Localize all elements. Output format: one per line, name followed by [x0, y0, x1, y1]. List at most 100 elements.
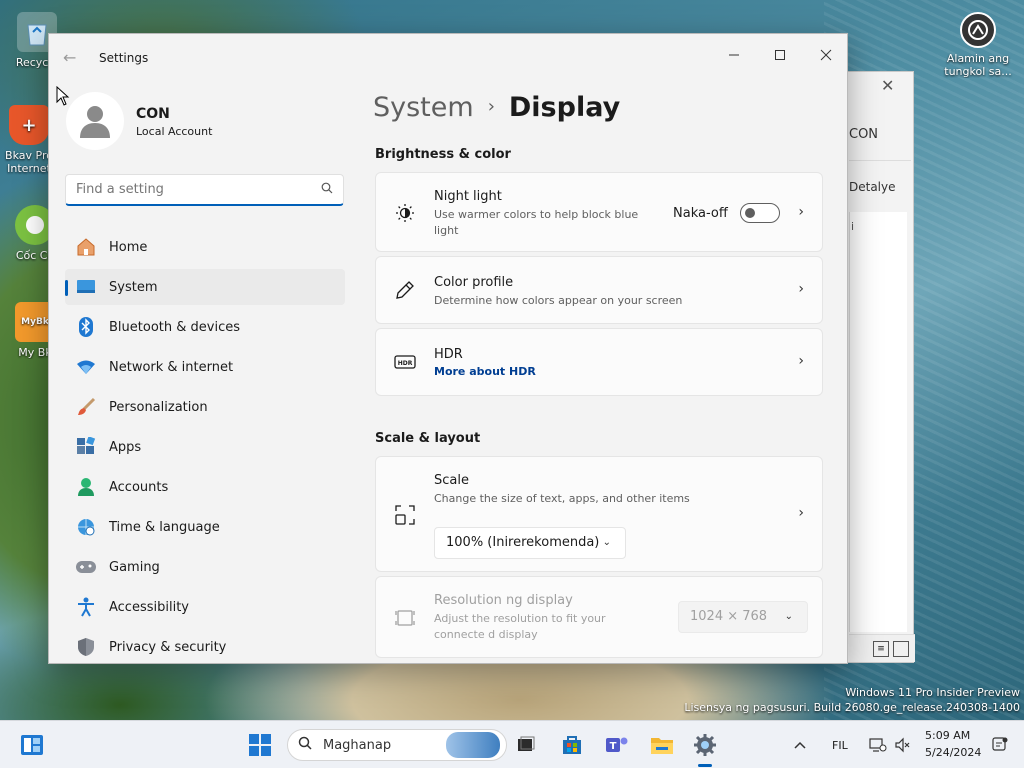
background-window-text: CON	[849, 127, 879, 142]
hdr-title: HDR	[434, 347, 463, 362]
widgets-icon[interactable]	[16, 729, 48, 761]
sidebar-item-label: Apps	[109, 439, 142, 455]
apps-icon	[75, 436, 97, 458]
sidebar-item-privacy[interactable]: Privacy & security	[65, 629, 345, 663]
night-light-toggle[interactable]	[740, 203, 780, 223]
clock-time[interactable]: 5:09 AM	[925, 729, 970, 742]
settings-window: ← Settings CON Local Account Home	[48, 33, 848, 664]
resolution-description: Adjust the resolution to fit your connec…	[434, 612, 606, 641]
page-title: Display	[508, 92, 621, 123]
color-profile-title: Color profile	[434, 275, 514, 290]
night-light-description: Use warmer colors to help block blue lig…	[434, 208, 639, 237]
window-title: Settings	[99, 51, 149, 65]
watermark-line1: Windows 11 Pro Insider Preview	[845, 686, 1020, 699]
color-profile-description: Determine how colors appear on your scre…	[434, 294, 683, 307]
avatar[interactable]	[66, 92, 124, 150]
chevron-right-icon: ›	[798, 505, 804, 521]
sidebar-item-home[interactable]: Home	[65, 229, 345, 265]
sidebar-item-system[interactable]: System	[65, 269, 345, 305]
scale-card[interactable]: Scale Change the size of text, apps, and…	[375, 456, 823, 572]
scale-description: Change the size of text, apps, and other…	[434, 492, 690, 505]
hdr-card[interactable]: HDR HDR More about HDR ›	[375, 328, 823, 396]
details-view-icon[interactable]: ≡	[873, 640, 889, 657]
monitor-icon	[75, 276, 97, 298]
chevron-right-icon: ›	[798, 353, 804, 369]
sidebar-item-gaming[interactable]: Gaming	[65, 549, 345, 585]
sidebar-item-personalization[interactable]: Personalization	[65, 389, 345, 425]
mouse-cursor-icon	[56, 86, 70, 106]
accessibility-icon	[75, 596, 97, 618]
background-window-text: i	[851, 220, 855, 233]
watermark-line2: Lisensya ng pagsusuri. Build 26080.ge_re…	[684, 701, 1020, 714]
info-icon	[960, 12, 996, 48]
sidebar-item-bluetooth[interactable]: Bluetooth & devices	[65, 309, 345, 345]
sidebar-item-label: Accessibility	[109, 599, 189, 615]
resolution-dropdown-value: 1024 × 768	[690, 609, 768, 624]
search-input[interactable]	[76, 182, 306, 197]
bkav-icon: +	[9, 105, 49, 145]
scale-dropdown-value: 100% (Inirerekomenda)	[446, 535, 600, 550]
store-icon[interactable]	[556, 729, 588, 761]
taskbar: Maghanap T FIL 5:09 AM 5/24/2024	[0, 720, 1024, 768]
search-icon	[321, 182, 333, 197]
scale-dropdown[interactable]: 100% (Inirerekomenda) ⌄	[434, 527, 626, 559]
sidebar-item-network[interactable]: Network & internet	[65, 349, 345, 385]
file-explorer-icon[interactable]	[646, 729, 678, 761]
breadcrumb-separator: ›	[487, 96, 495, 117]
section-title-scale-layout: Scale & layout	[375, 431, 481, 446]
sidebar-item-apps[interactable]: Apps	[65, 429, 345, 465]
language-indicator[interactable]: FIL	[832, 739, 848, 752]
task-view-icon[interactable]	[510, 729, 542, 761]
settings-search[interactable]	[65, 174, 344, 206]
more-about-hdr-link[interactable]: More about HDR	[434, 365, 536, 378]
section-title-brightness: Brightness & color	[375, 147, 511, 162]
back-arrow-icon[interactable]: ←	[63, 48, 76, 67]
sidebar-item-time-language[interactable]: Time & language	[65, 509, 345, 545]
sidebar-item-accessibility[interactable]: Accessibility	[65, 589, 345, 625]
search-highlight-image	[446, 732, 500, 758]
close-button[interactable]	[803, 40, 847, 70]
sidebar-nav: Home System Bluetooth & devices Network …	[65, 229, 345, 663]
maximize-button[interactable]	[757, 40, 803, 70]
clock-date[interactable]: 5/24/2024	[925, 746, 981, 759]
chevron-down-icon: ⌄	[602, 537, 611, 548]
show-hidden-icons-chevron-up-icon[interactable]	[784, 729, 816, 761]
sidebar-item-label: Accounts	[109, 479, 169, 495]
tiles-view-icon[interactable]	[893, 640, 909, 657]
title-bar: ← Settings	[49, 34, 847, 80]
night-light-title: Night light	[434, 189, 502, 204]
chevron-down-icon: ⌄	[784, 611, 793, 622]
minimize-button[interactable]	[711, 40, 757, 70]
notifications-icon[interactable]	[984, 729, 1016, 761]
sidebar-item-accounts[interactable]: Accounts	[65, 469, 345, 505]
sidebar-item-label: Time & language	[109, 519, 220, 535]
bluetooth-icon	[75, 316, 97, 338]
shield-icon	[75, 636, 97, 658]
start-button[interactable]	[244, 729, 276, 761]
night-light-icon	[394, 202, 416, 224]
person-icon	[75, 476, 97, 498]
close-icon[interactable]: ✕	[881, 76, 894, 95]
wifi-icon	[75, 356, 97, 378]
volume-muted-icon[interactable]	[887, 729, 919, 761]
breadcrumb-parent[interactable]: System	[373, 92, 474, 123]
desktop-icon-learn-more[interactable]: Alamin ang tungkol sa...	[938, 12, 1018, 78]
desktop-icon-label: Alamin ang tungkol sa...	[944, 52, 1012, 78]
scale-icon	[394, 504, 416, 526]
night-light-toggle-label: Naka-off	[673, 206, 728, 221]
close-icon	[820, 49, 832, 61]
sidebar-item-label: Privacy & security	[109, 639, 227, 655]
taskbar-search[interactable]: Maghanap	[287, 729, 507, 761]
color-profile-card[interactable]: Color profile Determine how colors appea…	[375, 256, 823, 324]
teams-icon[interactable]: T	[601, 729, 633, 761]
account-type: Local Account	[136, 125, 213, 138]
resolution-icon	[394, 607, 416, 629]
sidebar-item-label: Bluetooth & devices	[109, 319, 240, 335]
settings-gear-icon[interactable]	[689, 729, 721, 761]
search-icon	[298, 736, 312, 754]
resolution-dropdown: 1024 × 768 ⌄	[678, 601, 808, 633]
night-light-card[interactable]: Night light Use warmer colors to help bl…	[375, 172, 823, 252]
sidebar-item-label: Home	[109, 239, 148, 255]
background-window-details[interactable]: Detalye	[849, 180, 896, 194]
breadcrumb: System › Display	[373, 92, 620, 123]
